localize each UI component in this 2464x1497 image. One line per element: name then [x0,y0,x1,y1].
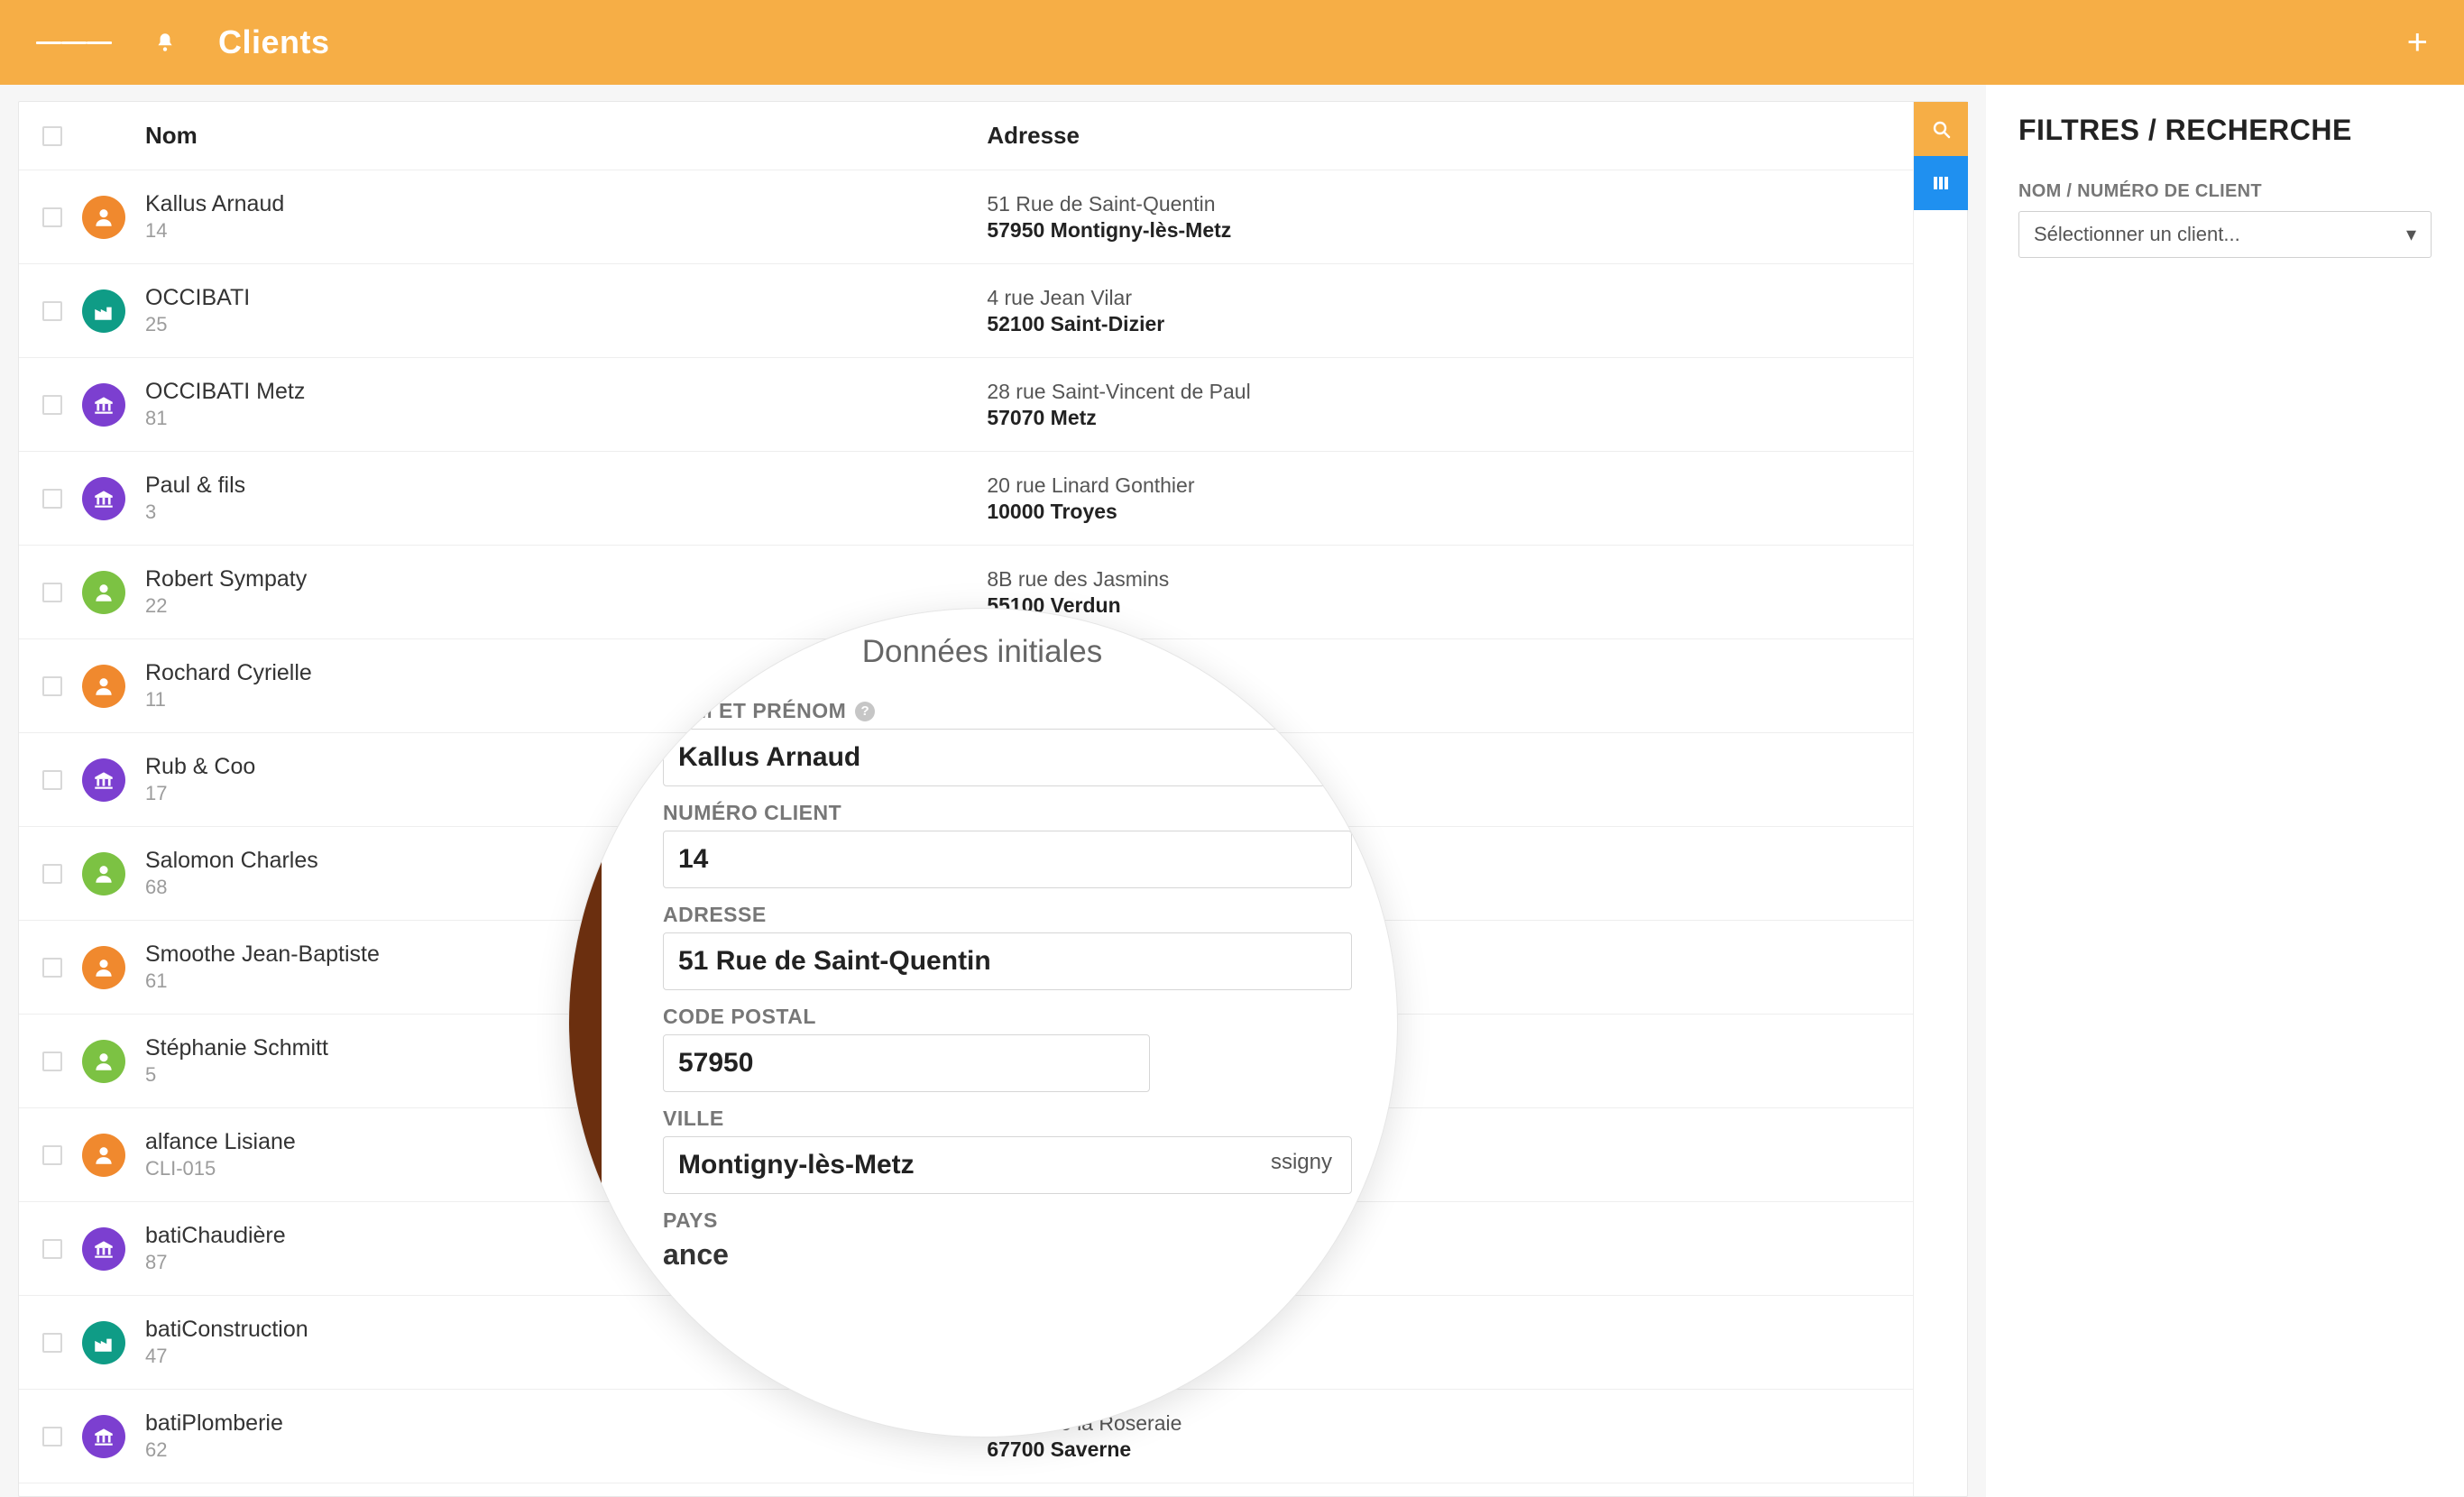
client-type-icon [82,1415,125,1458]
label-cp: CODE POSTAL [663,1005,1352,1029]
client-type-icon [82,571,125,614]
row-checkbox[interactable] [42,676,62,696]
client-street: 51 Rue de Saint-Quentin [987,192,1913,216]
client-type-icon [82,1227,125,1271]
client-name: Robert Sympaty [145,566,987,592]
client-number: 62 [145,1438,987,1462]
row-checkbox[interactable] [42,958,62,978]
row-checkbox[interactable] [42,1052,62,1071]
popup-edge-graphic [569,825,602,1204]
client-number: 22 [145,594,987,618]
client-name: Kallus Arnaud [145,191,987,217]
row-checkbox[interactable] [42,489,62,509]
row-checkbox[interactable] [42,770,62,790]
filters-panel: FILTRES / RECHERCHE NOM / NUMÉRO DE CLIE… [1986,85,2464,1497]
client-select[interactable]: Sélectionner un client... ▾ [2018,211,2432,258]
help-icon[interactable]: ? [855,702,875,721]
column-adresse[interactable]: Adresse [987,122,1913,150]
row-checkbox[interactable] [42,583,62,602]
client-city: 52100 Saint-Dizier [987,312,1913,336]
input-ville[interactable] [663,1136,1352,1194]
client-city: 67700 Saverne [987,1437,1913,1462]
row-checkbox[interactable] [42,301,62,321]
input-numero[interactable] [663,831,1352,888]
column-nom[interactable]: Nom [145,122,987,150]
client-city: 10000 Troyes [987,500,1913,524]
client-type-icon [82,477,125,520]
clients-list-panel: Nom Adresse Kallus Arnaud 14 51 Rue de S… [0,85,1986,1497]
client-street: 8 Rue de la Roseraie [987,1411,1913,1436]
input-adresse[interactable] [663,932,1352,990]
client-type-icon [82,758,125,802]
client-city: 57950 Montigny-lès-Metz [987,218,1913,243]
client-number: 25 [145,313,987,336]
filters-heading: FILTRES / RECHERCHE [2018,114,2432,147]
filter-field-label: NOM / NUMÉRO DE CLIENT [2018,181,2432,202]
client-number: 3 [145,501,987,524]
list-toolstrip [1913,102,1967,1496]
chevron-down-icon: ▾ [2406,223,2416,246]
client-type-icon [82,383,125,427]
client-type-icon [82,289,125,333]
label-pays: PAYS [663,1208,1352,1233]
label-numero: NUMÉRO CLIENT [663,801,1352,825]
client-city: 57070 Metz [987,406,1913,430]
columns-button[interactable] [1914,156,1968,210]
client-street: 4 rue Jean Vilar [987,286,1913,310]
table-row[interactable]: Kallus Arnaud 14 51 Rue de Saint-Quentin… [19,170,1913,264]
client-number: 81 [145,407,987,430]
client-detail-popup: Données initiales NOM ET PRÉNOM? NUMÉRO … [568,608,1398,1437]
client-select-placeholder: Sélectionner un client... [2034,223,2240,246]
popup-title: Données initiales [638,634,1327,670]
row-checkbox[interactable] [42,864,62,884]
bell-icon[interactable] [153,31,177,54]
select-all-checkbox[interactable] [42,126,62,146]
client-type-icon [82,852,125,895]
row-fragment-right: ssigny [1271,1150,1332,1175]
client-city: 55100 Verdun [987,593,1913,618]
search-button[interactable] [1914,102,1968,156]
client-type-icon [82,1040,125,1083]
client-type-icon [82,1321,125,1364]
input-cp[interactable] [663,1034,1150,1092]
add-button[interactable]: + [2407,23,2428,63]
row-checkbox[interactable] [42,1333,62,1353]
value-pays-fragment: ance [663,1238,1352,1272]
page-title: Clients [218,23,330,61]
app-bar: Clients + [0,0,2464,85]
row-checkbox[interactable] [42,1427,62,1446]
client-street: 28 rue Saint-Vincent de Paul [987,380,1913,404]
list-header: Nom Adresse [19,102,1913,170]
row-checkbox[interactable] [42,1145,62,1165]
client-name: OCCIBATI Metz [145,379,987,405]
row-checkbox[interactable] [42,395,62,415]
row-checkbox[interactable] [42,1239,62,1259]
client-street: 8B rue des Jasmins [987,567,1913,592]
row-checkbox[interactable] [42,207,62,227]
client-type-icon [82,665,125,708]
client-name: Paul & fils [145,473,987,499]
menu-icon[interactable] [36,39,112,47]
label-adresse: ADRESSE [663,903,1352,927]
client-number: 14 [145,219,987,243]
client-type-icon [82,946,125,989]
input-nom[interactable] [663,729,1352,786]
label-ville: VILLE [663,1107,1352,1131]
table-row[interactable]: OCCIBATI 25 4 rue Jean Vilar 52100 Saint… [19,264,1913,358]
table-row[interactable]: OCCIBATI Metz 81 28 rue Saint-Vincent de… [19,358,1913,452]
client-name: OCCIBATI [145,285,987,311]
table-row[interactable]: Paul & fils 3 20 rue Linard Gonthier 100… [19,452,1913,546]
client-type-icon [82,1134,125,1177]
client-street: 20 rue Linard Gonthier [987,473,1913,498]
client-type-icon [82,196,125,239]
